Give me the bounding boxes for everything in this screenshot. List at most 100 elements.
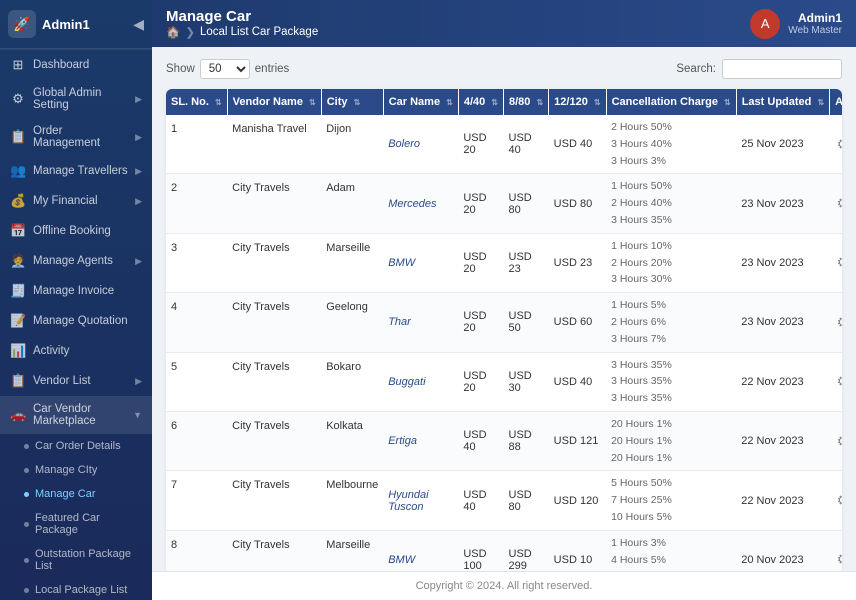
sidebar-subitem-label: Outstation Package List — [35, 548, 142, 572]
sidebar-item-activity[interactable]: 📊 Activity — [0, 336, 152, 366]
content-area: Show 50 25 10 100 entries Search: SL. No… — [152, 47, 856, 571]
cell-8-80: USD 80 — [504, 471, 549, 530]
table-row: 5 City Travels Bokaro Buggati USD 20 USD… — [166, 352, 842, 411]
cell-vendor: City Travels — [227, 411, 321, 470]
sidebar-subitem-local-package-list[interactable]: Local Package List — [0, 578, 152, 600]
action-settings-button[interactable]: ⚙ — [835, 371, 842, 392]
sidebar-item-global-admin[interactable]: ⚙ Global Admin Setting ▶ — [0, 80, 152, 118]
sidebar-subitem-car-order-details[interactable]: Car Order Details — [0, 434, 152, 458]
sidebar-item-label: Car Vendor Marketplace — [33, 403, 126, 427]
action-settings-button[interactable]: ⚙ — [835, 134, 842, 155]
show-label: Show — [166, 63, 195, 75]
sidebar-item-dashboard[interactable]: ⊞ Dashboard — [0, 50, 152, 80]
cell-sl: 5 — [166, 352, 227, 411]
sidebar-item-car-vendor[interactable]: 🚗 Car Vendor Marketplace ▼ — [0, 396, 152, 434]
footer: Copyright © 2024. All right reserved. — [152, 571, 856, 600]
table-row: 6 City Travels Kolkata Ertiga USD 40 USD… — [166, 411, 842, 470]
cell-action: ⚙ ℹ — [830, 115, 842, 174]
sidebar-subitem-label: Local Package List — [35, 584, 127, 596]
user-role: Web Master — [788, 25, 842, 36]
car-vendor-icon: 🚗 — [10, 407, 26, 423]
sidebar-item-label: Manage Agents — [33, 255, 113, 267]
cell-car: Mercedes — [383, 174, 458, 233]
sidebar-subitem-label: Car Order Details — [35, 440, 121, 452]
cell-city: Adam — [321, 174, 383, 233]
table-row: 4 City Travels Geelong Thar USD 20 USD 5… — [166, 293, 842, 352]
cell-sl: 4 — [166, 293, 227, 352]
sidebar-item-manage-invoice[interactable]: 🧾 Manage Invoice — [0, 276, 152, 306]
cell-cancellation: 3 Hours 35% 3 Hours 35% 3 Hours 35% — [606, 352, 736, 411]
cell-cancellation: 2 Hours 50% 3 Hours 40% 3 Hours 3% — [606, 115, 736, 174]
show-entries-select[interactable]: 50 25 10 100 — [200, 59, 250, 79]
cell-action: ⚙ ℹ — [830, 233, 842, 292]
action-settings-button[interactable]: ⚙ — [835, 312, 842, 333]
table-row: 1 Manisha Travel Dijon Bolero USD 20 USD… — [166, 115, 842, 174]
sidebar-subitem-outstation-package-list[interactable]: Outstation Package List — [0, 542, 152, 578]
cell-8-80: USD 50 — [504, 293, 549, 352]
agents-icon: 🧑‍💼 — [10, 253, 26, 269]
order-icon: 📋 — [10, 129, 26, 145]
sidebar-subitem-manage-city[interactable]: Manage CIty — [0, 458, 152, 482]
sidebar-item-manage-quotation[interactable]: 📝 Manage Quotation — [0, 306, 152, 336]
quotation-icon: 📝 — [10, 313, 26, 329]
cell-action: ⚙ ℹ — [830, 174, 842, 233]
vendor-icon: 📋 — [10, 373, 26, 389]
cell-car: Hyundai Tuscon — [383, 471, 458, 530]
action-settings-button[interactable]: ⚙ — [835, 252, 842, 273]
sidebar-item-offline-booking[interactable]: 📅 Offline Booking — [0, 216, 152, 246]
cell-car: Bolero — [383, 115, 458, 174]
bullet-icon — [24, 558, 29, 563]
bullet-icon — [24, 468, 29, 473]
cell-vendor: Manisha Travel — [227, 115, 321, 174]
cell-4-40: USD 20 — [458, 115, 503, 174]
cell-12-120: USD 10 — [549, 530, 606, 571]
chevron-right-icon: ▶ — [135, 94, 142, 105]
cell-vendor: City Travels — [227, 471, 321, 530]
sort-icon: ⇅ — [491, 98, 498, 107]
user-name: Admin1 — [788, 11, 842, 25]
cell-last-updated: 22 Nov 2023 — [736, 352, 829, 411]
settings-icon: ⚙ — [10, 91, 26, 107]
search-input[interactable] — [722, 59, 842, 79]
sidebar-item-label: Order Management — [33, 125, 128, 149]
cell-vendor: City Travels — [227, 530, 321, 571]
sidebar-item-label: Dashboard — [33, 59, 89, 71]
action-settings-button[interactable]: ⚙ — [835, 490, 842, 511]
cell-sl: 2 — [166, 174, 227, 233]
cell-vendor: City Travels — [227, 233, 321, 292]
sidebar-item-order-management[interactable]: 📋 Order Management ▶ — [0, 118, 152, 156]
action-settings-button[interactable]: ⚙ — [835, 193, 842, 214]
sort-icon: ⇅ — [817, 98, 824, 107]
bullet-icon — [24, 588, 29, 593]
booking-icon: 📅 — [10, 223, 26, 239]
collapse-button[interactable]: ◀ — [133, 16, 144, 33]
bullet-icon — [24, 444, 29, 449]
sidebar-item-manage-travellers[interactable]: 👥 Manage Travellers ▶ — [0, 156, 152, 186]
breadcrumb-current: Local List Car Package — [200, 26, 318, 38]
cell-city: Bokaro — [321, 352, 383, 411]
cell-city: Kolkata — [321, 411, 383, 470]
cell-12-120: USD 60 — [549, 293, 606, 352]
chevron-right-icon: ▶ — [135, 166, 142, 177]
search-box: Search: — [676, 59, 842, 79]
data-table: SL. No. ⇅ Vendor Name ⇅ City ⇅ Car Name … — [166, 89, 842, 571]
sidebar-item-my-financial[interactable]: 💰 My Financial ▶ — [0, 186, 152, 216]
table-row: 8 City Travels Marseille BMW USD 100 USD… — [166, 530, 842, 571]
action-settings-button[interactable]: ⚙ — [835, 549, 842, 570]
col-car-name: Car Name ⇅ — [383, 89, 458, 115]
sidebar-subitem-manage-car[interactable]: Manage Car — [0, 482, 152, 506]
cell-8-80: USD 88 — [504, 411, 549, 470]
cell-action: ⚙ ℹ — [830, 471, 842, 530]
sort-icon: ⇅ — [215, 98, 222, 107]
cell-cancellation: 1 Hours 5% 2 Hours 6% 3 Hours 7% — [606, 293, 736, 352]
home-icon[interactable]: 🏠 — [166, 25, 180, 39]
sidebar-item-vendor-list[interactable]: 📋 Vendor List ▶ — [0, 366, 152, 396]
sidebar-subitem-featured-car-package[interactable]: Featured Car Package — [0, 506, 152, 542]
table-row: 3 City Travels Marseille BMW USD 20 USD … — [166, 233, 842, 292]
action-settings-button[interactable]: ⚙ — [835, 431, 842, 452]
sidebar-item-manage-agents[interactable]: 🧑‍💼 Manage Agents ▶ — [0, 246, 152, 276]
col-last-updated: Last Updated ⇅ — [736, 89, 829, 115]
page-title: Manage Car — [166, 8, 318, 25]
col-action: Action ⇅ — [830, 89, 842, 115]
col-8-80: 8/80 ⇅ — [504, 89, 549, 115]
